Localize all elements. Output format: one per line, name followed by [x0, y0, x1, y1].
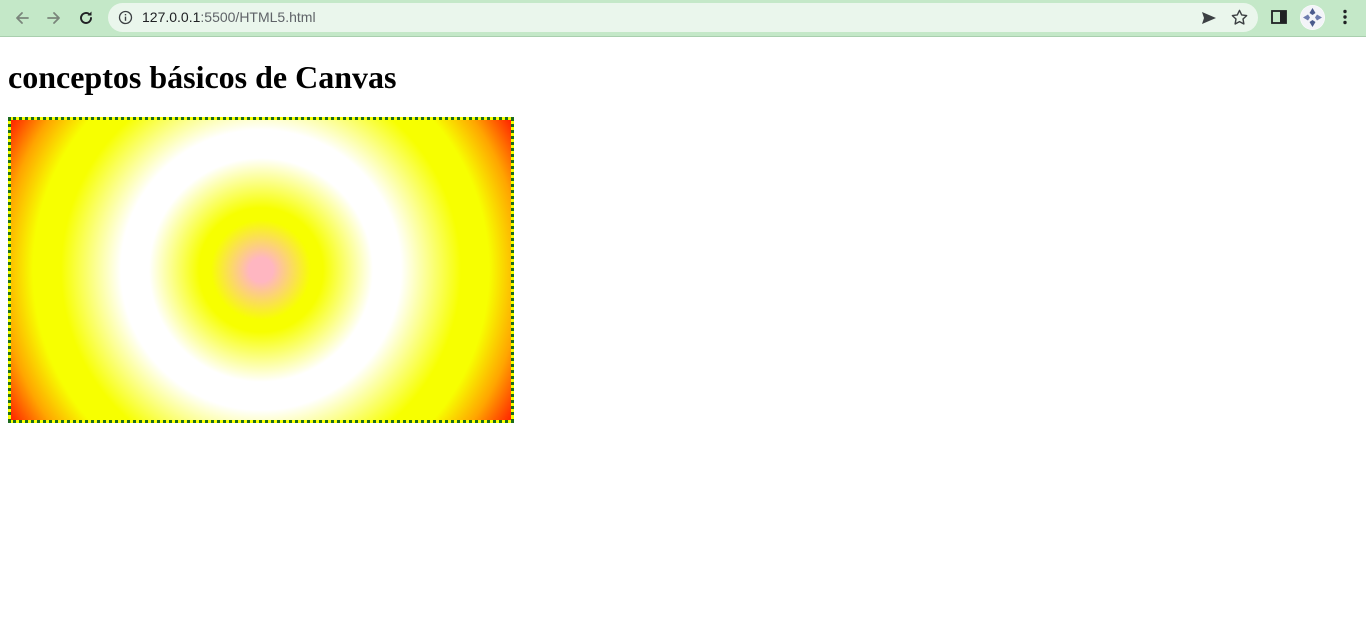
page-title: conceptos básicos de Canvas	[8, 59, 397, 95]
address-bar[interactable]: 127.0.0.1:5500/HTML5.html	[108, 3, 1258, 32]
url-text[interactable]: 127.0.0.1:5500/HTML5.html	[142, 9, 316, 26]
forward-button[interactable]	[40, 4, 68, 32]
canvas-frame	[8, 117, 514, 423]
reload-icon	[80, 11, 92, 24]
side-panel-icon[interactable]	[1270, 8, 1288, 26]
browser-toolbar: 127.0.0.1:5500/HTML5.html	[0, 0, 1366, 37]
gradient-canvas	[11, 120, 511, 420]
avatar[interactable]	[1300, 5, 1325, 30]
menu-icon[interactable]	[1336, 8, 1354, 26]
forward-icon	[47, 12, 60, 24]
reload-button[interactable]	[72, 4, 100, 32]
page-content: conceptos básicos de Canvas	[0, 38, 1366, 642]
info-icon[interactable]	[118, 10, 133, 25]
star-icon[interactable]	[1230, 8, 1249, 27]
back-button[interactable]	[8, 4, 36, 32]
back-icon	[16, 12, 29, 24]
url-path: :5500/HTML5.html	[200, 9, 316, 25]
profile-icon	[1300, 5, 1325, 30]
url-host: 127.0.0.1	[142, 9, 201, 25]
send-icon[interactable]	[1200, 9, 1218, 27]
